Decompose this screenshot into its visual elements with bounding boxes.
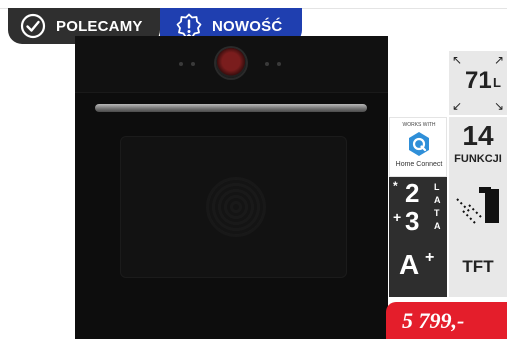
energy-class: A <box>399 249 420 280</box>
check-circle-icon <box>20 13 46 39</box>
recommended-label: POLECAMY <box>56 17 143 35</box>
oven-handle <box>95 104 367 112</box>
warranty-base-years: 2 <box>405 178 420 208</box>
warranty-letter: A <box>434 195 441 205</box>
new-label: NOWOŚĆ <box>212 17 283 35</box>
functions-label: FUNKCJI <box>454 153 502 165</box>
capacity-value: 71 <box>465 67 492 94</box>
capacity-tile: ↖ ↗ ↙ ↘ 71 L <box>449 51 507 115</box>
expand-arrows-icon: ↖ <box>452 53 463 67</box>
energy-class-plus: + <box>425 249 435 266</box>
home-connect-tile: WORKS WITH Home Connect <box>389 117 447 177</box>
display-tile: TFT <box>449 237 507 297</box>
oven-window <box>120 136 347 278</box>
works-with-label: WORKS WITH <box>402 122 436 128</box>
warranty-letter: A <box>434 221 441 231</box>
energy-class-tile: A + <box>389 237 447 297</box>
warranty-tile: * 2 + 3 L A T A <box>389 177 447 237</box>
oven-control-knob <box>216 48 246 78</box>
product-image[interactable] <box>75 36 388 339</box>
oven-control-panel <box>75 36 388 93</box>
pyrolytic-cleaning-icon <box>456 187 499 224</box>
oven-fan <box>206 177 266 237</box>
price-tag: 5 799,- <box>386 302 507 339</box>
home-connect-icon <box>409 132 429 156</box>
warranty-letter: T <box>434 208 440 218</box>
warranty-letter: L <box>434 182 440 192</box>
capacity-unit: L <box>493 75 501 90</box>
warranty-asterisk: * <box>393 179 398 193</box>
functions-count: 14 <box>462 120 494 151</box>
display-type-label: TFT <box>462 257 494 276</box>
home-connect-label: Home Connect <box>395 161 443 168</box>
cleaning-tile <box>449 177 507 237</box>
warranty-extra-years: 3 <box>405 206 420 236</box>
functions-tile: 14 FUNKCJI <box>449 117 507 177</box>
warranty-plus: + <box>393 209 402 225</box>
